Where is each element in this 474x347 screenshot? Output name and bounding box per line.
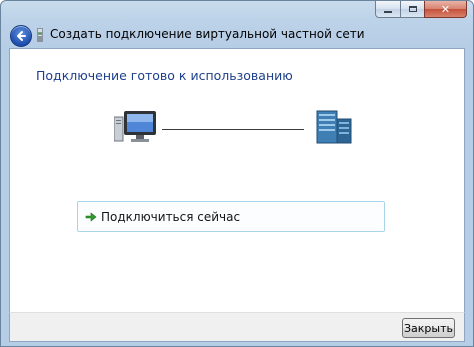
green-arrow-icon	[85, 211, 97, 222]
maximize-icon	[408, 6, 417, 12]
maximize-button[interactable]	[400, 1, 424, 18]
caption-buttons: ✕	[375, 1, 467, 18]
window-close-button[interactable]: ✕	[424, 1, 467, 18]
close-button[interactable]: Закрыть	[402, 318, 455, 338]
wizard-content: Подключение готово к использованию Подкл…	[9, 48, 465, 312]
computer-icon	[114, 111, 156, 142]
connect-now-label: Подключиться сейчас	[101, 209, 241, 224]
page-heading: Подключение готово к использованию	[36, 68, 293, 83]
window-title: Создать подключение виртуальной частной …	[50, 27, 365, 41]
network-icon	[37, 28, 43, 42]
back-arrow-icon	[17, 31, 26, 41]
server-icon	[316, 110, 352, 144]
close-icon: ✕	[440, 2, 451, 16]
back-button[interactable]	[10, 25, 32, 47]
connection-line	[162, 129, 304, 130]
minimize-icon	[384, 10, 392, 13]
wizard-footer: Закрыть	[9, 312, 465, 342]
minimize-button[interactable]	[375, 1, 400, 18]
vpn-wizard-window: ✕ Создать подключение виртуальной частно…	[0, 0, 474, 347]
connect-now-option[interactable]: Подключиться сейчас	[77, 201, 385, 232]
